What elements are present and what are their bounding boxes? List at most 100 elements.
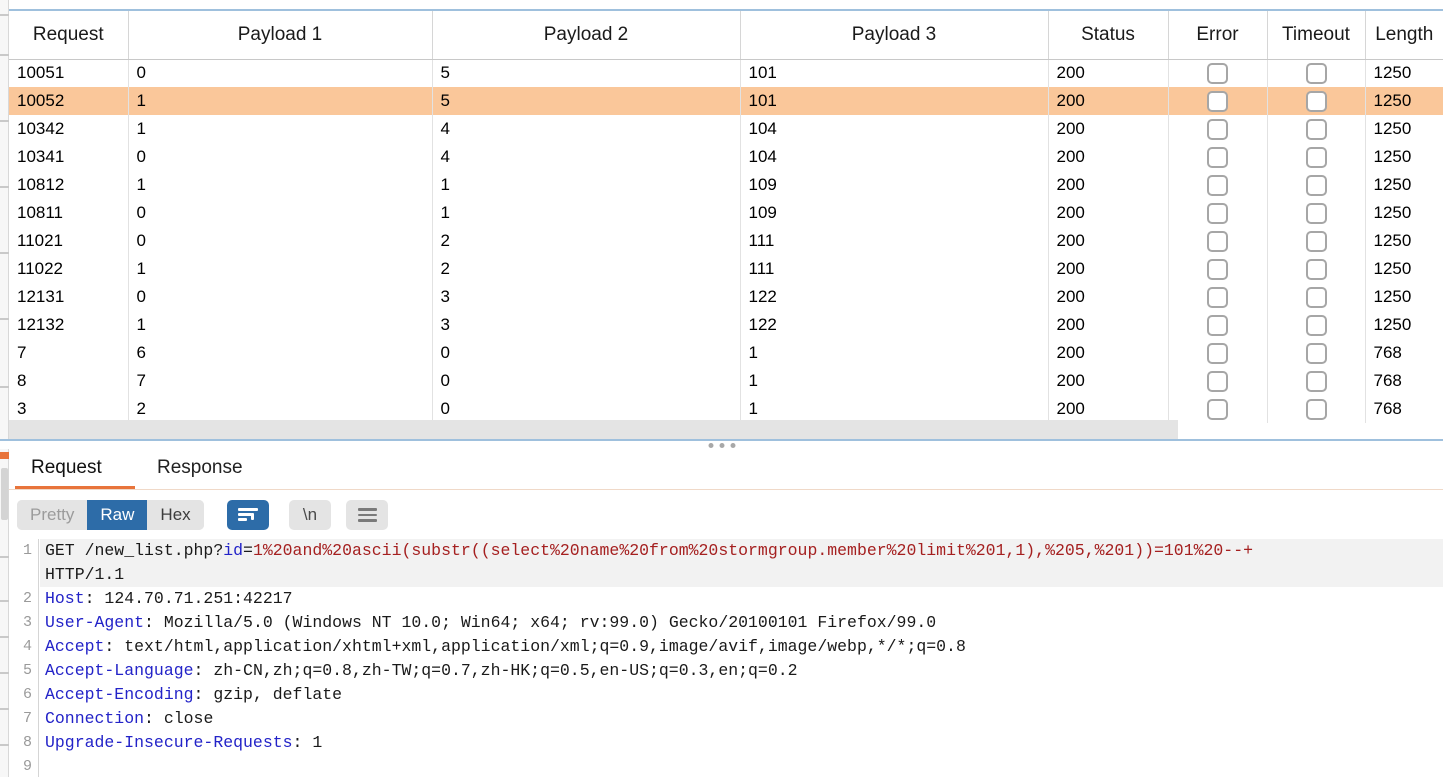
- cell-payload3: 111: [740, 227, 1049, 255]
- view-mode-raw[interactable]: Raw: [87, 500, 148, 530]
- cell-payload1: 6: [128, 339, 433, 367]
- cell-payload2: 1: [432, 171, 741, 199]
- cell-payload2: 3: [432, 283, 741, 311]
- line-number-gutter: 12345678910: [9, 539, 39, 777]
- cell-length: 1250: [1373, 175, 1412, 194]
- timeout-checkbox[interactable]: [1305, 174, 1327, 196]
- cell-payload2: 0: [432, 339, 741, 367]
- cell-payload1: 0: [128, 199, 433, 227]
- column-header-timeout[interactable]: Timeout: [1267, 11, 1366, 60]
- column-header-payload2[interactable]: Payload 2: [432, 11, 741, 60]
- timeout-checkbox[interactable]: [1305, 62, 1327, 84]
- table-row[interactable]: 7 6 0 1 200 768: [9, 339, 1443, 367]
- table-row[interactable]: 11021 0 2 111 200 1250: [9, 227, 1443, 255]
- scroll-marker: [0, 452, 9, 459]
- line-number: 5: [22, 662, 32, 679]
- cell-timeout: [1267, 115, 1366, 143]
- table-row[interactable]: 10342 1 4 104 200 1250: [9, 115, 1443, 143]
- results-horizontal-scrollbar[interactable]: [9, 420, 1178, 439]
- error-checkbox[interactable]: [1207, 174, 1228, 196]
- column-header-payload3[interactable]: Payload 3: [740, 11, 1049, 60]
- cell-error: [1168, 199, 1268, 227]
- error-checkbox[interactable]: [1207, 398, 1228, 420]
- error-checkbox[interactable]: [1207, 370, 1228, 392]
- table-row[interactable]: 10052 1 5 101 200 1250: [9, 87, 1443, 115]
- cell-payload1: 1: [128, 115, 433, 143]
- error-checkbox[interactable]: [1207, 146, 1228, 168]
- table-row[interactable]: 3 2 0 1 200 768: [9, 395, 1443, 423]
- error-checkbox[interactable]: [1207, 286, 1228, 308]
- cell-timeout: [1267, 199, 1366, 227]
- cell-payload2: 5: [432, 87, 741, 115]
- table-header-row: Request Payload 1 Payload 2 Payload 3 St…: [9, 11, 1443, 60]
- cell-payload2: 4: [432, 115, 741, 143]
- timeout-checkbox[interactable]: [1305, 258, 1327, 280]
- error-checkbox[interactable]: [1207, 118, 1228, 140]
- error-checkbox[interactable]: [1207, 62, 1228, 84]
- table-row[interactable]: 8 7 0 1 200 768: [9, 367, 1443, 395]
- timeout-checkbox[interactable]: [1305, 370, 1327, 392]
- table-row[interactable]: 10341 0 4 104 200 1250: [9, 143, 1443, 171]
- timeout-checkbox[interactable]: [1305, 230, 1327, 252]
- timeout-checkbox[interactable]: [1305, 118, 1327, 140]
- scrollbar-track[interactable]: [9, 420, 1178, 439]
- cell-length: 768: [1373, 371, 1402, 390]
- hamburger-menu-icon[interactable]: [346, 500, 388, 530]
- timeout-checkbox[interactable]: [1305, 286, 1327, 308]
- column-header-length[interactable]: Length: [1365, 11, 1443, 60]
- view-mode-pretty[interactable]: Pretty: [17, 500, 88, 530]
- timeout-checkbox[interactable]: [1305, 398, 1327, 420]
- column-header-payload1[interactable]: Payload 1: [128, 11, 433, 60]
- cell-status: 200: [1048, 143, 1169, 171]
- timeout-checkbox[interactable]: [1305, 90, 1327, 112]
- cell-length: 1250: [1373, 147, 1412, 166]
- code-text: : close: [144, 709, 214, 728]
- vertical-scrollbar-thumb[interactable]: [1, 468, 8, 520]
- table-row[interactable]: 10051 0 5 101 200 1250: [9, 59, 1443, 87]
- error-checkbox[interactable]: [1207, 202, 1228, 224]
- table-row[interactable]: 10812 1 1 109 200 1250: [9, 171, 1443, 199]
- word-wrap-icon[interactable]: [227, 500, 269, 530]
- cell-payload3: 104: [740, 115, 1049, 143]
- code-line: Accept: text/html,application/xhtml+xml,…: [40, 635, 1443, 659]
- table-row[interactable]: 12132 1 3 122 200 1250: [9, 311, 1443, 339]
- cell-timeout: [1267, 283, 1366, 311]
- tab-request[interactable]: Request: [27, 449, 106, 490]
- error-checkbox[interactable]: [1207, 90, 1228, 112]
- timeout-checkbox[interactable]: [1305, 146, 1327, 168]
- error-checkbox[interactable]: [1207, 314, 1228, 336]
- table-row[interactable]: 12131 0 3 122 200 1250: [9, 283, 1443, 311]
- column-header-error[interactable]: Error: [1168, 11, 1268, 60]
- error-checkbox[interactable]: [1207, 258, 1228, 280]
- view-mode-hex[interactable]: Hex: [147, 500, 204, 530]
- timeout-checkbox[interactable]: [1305, 314, 1327, 336]
- cell-status: 200: [1048, 87, 1169, 115]
- cell-length: 1250: [1373, 259, 1412, 278]
- request-editor[interactable]: 12345678910 GET /new_list.php?id=1%20and…: [9, 539, 1443, 777]
- attack-results-table: Request Payload 1 Payload 2 Payload 3 St…: [9, 11, 1443, 423]
- cell-request: 11021: [9, 227, 129, 255]
- error-checkbox[interactable]: [1207, 230, 1228, 252]
- column-header-request[interactable]: Request: [9, 11, 129, 60]
- line-number: [9, 563, 38, 587]
- table-row[interactable]: 10811 0 1 109 200 1250: [9, 199, 1443, 227]
- cell-payload1: 0: [128, 283, 433, 311]
- timeout-checkbox[interactable]: [1305, 342, 1327, 364]
- cell-request: 10812: [9, 171, 129, 199]
- cell-length: 1250: [1373, 203, 1412, 222]
- cell-error: [1168, 227, 1268, 255]
- cell-timeout: [1267, 395, 1366, 423]
- timeout-checkbox[interactable]: [1305, 202, 1327, 224]
- pane-splitter[interactable]: [0, 439, 1443, 449]
- table-row[interactable]: 11022 1 2 111 200 1250: [9, 255, 1443, 283]
- cell-status: 200: [1048, 255, 1169, 283]
- newline-icon[interactable]: \n: [289, 500, 331, 530]
- code-line: Upgrade-Insecure-Requests: 1: [40, 731, 1443, 755]
- cell-request: 10341: [9, 143, 129, 171]
- column-header-status[interactable]: Status: [1048, 11, 1169, 60]
- tab-response[interactable]: Response: [153, 449, 247, 490]
- cell-payload2: 4: [432, 143, 741, 171]
- error-checkbox[interactable]: [1207, 342, 1228, 364]
- request-text[interactable]: GET /new_list.php?id=1%20and%20ascii(sub…: [40, 539, 1443, 777]
